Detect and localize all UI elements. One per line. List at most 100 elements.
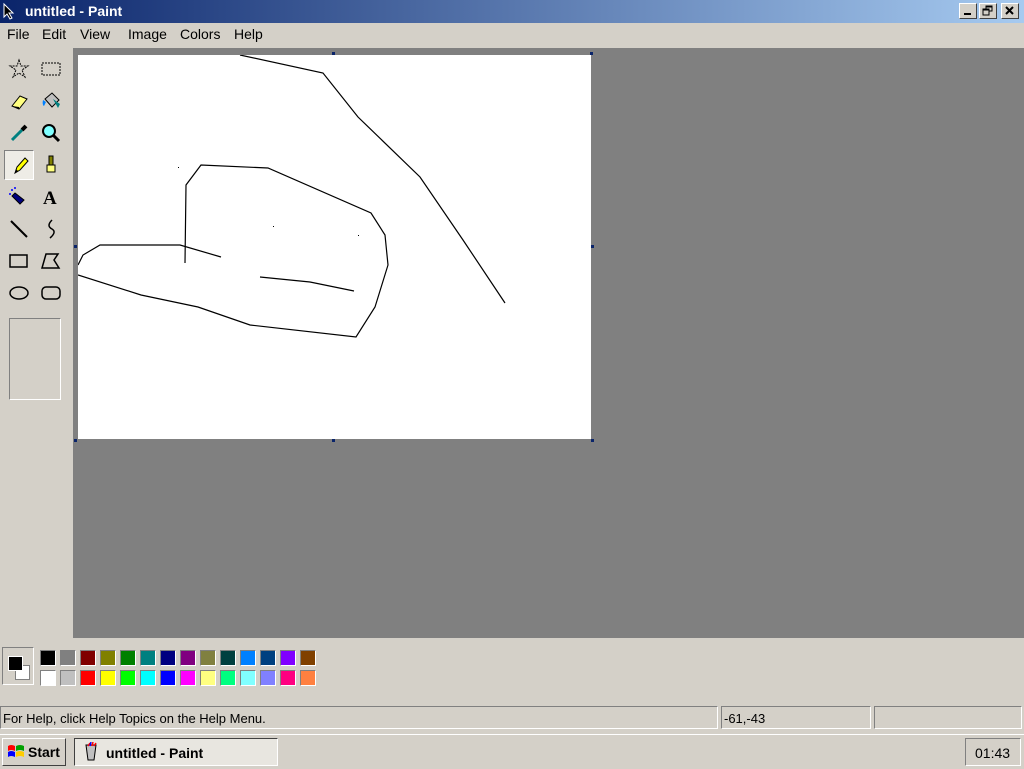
line-icon xyxy=(10,220,28,238)
palette-swatch-top-4[interactable] xyxy=(120,650,136,666)
tool-magnifier[interactable] xyxy=(36,118,66,148)
start-label: Start xyxy=(28,744,60,760)
tool-airbrush[interactable] xyxy=(4,182,34,212)
tool-brush[interactable] xyxy=(36,150,66,180)
palette-swatch-bottom-10[interactable] xyxy=(240,670,256,686)
palette-swatch-bottom-13[interactable] xyxy=(300,670,316,686)
start-button[interactable]: Start xyxy=(2,738,66,766)
tool-polygon[interactable] xyxy=(36,246,66,276)
tool-pencil[interactable] xyxy=(4,150,34,180)
rounded-rectangle-icon xyxy=(41,286,61,300)
menu-view[interactable]: View xyxy=(79,26,111,42)
palette-swatch-top-2[interactable] xyxy=(80,650,96,666)
minimize-icon xyxy=(964,13,971,15)
palette-swatch-bottom-8[interactable] xyxy=(200,670,216,686)
resize-handle-bottom-right[interactable] xyxy=(591,439,594,442)
taskbar: Start untitled - Paint 01:43 xyxy=(0,734,1024,769)
tool-curve[interactable] xyxy=(36,214,66,244)
tool-pick-color[interactable] xyxy=(4,118,34,148)
status-help-text: For Help, click Help Topics on the Help … xyxy=(3,711,266,726)
palette-swatch-bottom-0[interactable] xyxy=(40,670,56,686)
palette-swatch-top-9[interactable] xyxy=(220,650,236,666)
curve-icon xyxy=(48,219,55,239)
palette-swatch-bottom-7[interactable] xyxy=(180,670,196,686)
status-coordinates-pane: -61,-43 xyxy=(721,706,871,729)
color-palette xyxy=(0,640,1024,700)
palette-swatch-top-7[interactable] xyxy=(180,650,196,666)
palette-swatch-bottom-1[interactable] xyxy=(60,670,76,686)
drawing-canvas[interactable] xyxy=(78,55,591,439)
status-help-pane: For Help, click Help Topics on the Help … xyxy=(0,706,718,729)
tool-eraser[interactable] xyxy=(4,86,34,116)
paint-app-icon[interactable] xyxy=(1,2,19,20)
status-bar: For Help, click Help Topics on the Help … xyxy=(0,704,1024,732)
svg-text:A: A xyxy=(43,188,57,208)
palette-swatch-top-12[interactable] xyxy=(280,650,296,666)
tool-rectangle[interactable] xyxy=(4,246,34,276)
palette-swatch-top-5[interactable] xyxy=(140,650,156,666)
tool-rounded-rectangle[interactable] xyxy=(36,278,66,308)
resize-handle-bottom-left xyxy=(74,439,77,442)
close-button[interactable] xyxy=(1001,3,1019,19)
current-colors-box xyxy=(2,647,34,685)
palette-swatch-top-8[interactable] xyxy=(200,650,216,666)
tool-free-form-select[interactable] xyxy=(4,54,34,84)
foreground-color-indicator[interactable] xyxy=(8,656,23,671)
paint-bucket-icon xyxy=(42,92,60,108)
paint-task-icon xyxy=(85,742,97,761)
taskbar-paint-button[interactable]: untitled - Paint xyxy=(74,738,278,766)
palette-swatch-top-11[interactable] xyxy=(260,650,276,666)
rectangle-icon xyxy=(9,254,28,268)
palette-swatch-top-0[interactable] xyxy=(40,650,56,666)
rect-select-icon xyxy=(41,62,61,76)
minimize-button[interactable] xyxy=(959,3,977,19)
palette-swatch-top-3[interactable] xyxy=(100,650,116,666)
menu-file[interactable]: File xyxy=(6,26,31,42)
palette-swatch-top-13[interactable] xyxy=(300,650,316,666)
palette-swatch-bottom-6[interactable] xyxy=(160,670,176,686)
clock[interactable]: 01:43 xyxy=(975,745,1010,761)
tool-options-box[interactable] xyxy=(9,318,61,400)
eraser-icon xyxy=(11,95,28,110)
resize-handle-top-right xyxy=(590,52,593,55)
restore-icon xyxy=(982,5,993,16)
star-select-icon xyxy=(8,58,30,79)
palette-swatch-bottom-9[interactable] xyxy=(220,670,236,686)
palette-swatch-top-1[interactable] xyxy=(60,650,76,666)
polygon-icon xyxy=(41,253,61,269)
menu-colors[interactable]: Colors xyxy=(179,26,221,42)
resize-handle-top xyxy=(332,52,335,55)
eyedropper-icon xyxy=(10,124,28,142)
windows-logo-icon xyxy=(8,745,24,757)
resize-handle-bottom[interactable] xyxy=(332,439,335,442)
system-tray: 01:43 xyxy=(965,738,1021,766)
palette-swatch-bottom-4[interactable] xyxy=(120,670,136,686)
close-icon xyxy=(1005,6,1014,15)
tool-line[interactable] xyxy=(4,214,34,244)
resize-handle-right[interactable] xyxy=(591,245,594,248)
text-icon: A xyxy=(43,188,57,208)
palette-swatch-bottom-12[interactable] xyxy=(280,670,296,686)
palette-swatch-bottom-11[interactable] xyxy=(260,670,276,686)
palette-swatch-top-6[interactable] xyxy=(160,650,176,666)
palette-swatch-bottom-2[interactable] xyxy=(80,670,96,686)
tool-select[interactable] xyxy=(36,54,66,84)
restore-button[interactable] xyxy=(979,3,997,19)
window-title: untitled - Paint xyxy=(25,3,123,19)
tool-text[interactable]: A xyxy=(36,182,66,212)
ellipse-icon xyxy=(9,286,29,300)
tool-fill[interactable] xyxy=(36,86,66,116)
menu-edit[interactable]: Edit xyxy=(41,26,67,42)
tool-ellipse[interactable] xyxy=(4,278,34,308)
airbrush-icon xyxy=(9,187,25,205)
status-size-pane xyxy=(874,706,1022,729)
taskbar-paint-label: untitled - Paint xyxy=(106,745,204,761)
magnifier-icon xyxy=(42,124,61,143)
palette-swatch-bottom-5[interactable] xyxy=(140,670,156,686)
title-bar[interactable]: untitled - Paint xyxy=(0,0,1024,23)
menu-image[interactable]: Image xyxy=(127,26,168,42)
palette-swatch-bottom-3[interactable] xyxy=(100,670,116,686)
menu-help[interactable]: Help xyxy=(233,26,264,42)
palette-swatch-top-10[interactable] xyxy=(240,650,256,666)
menu-bar: File Edit View Image Colors Help xyxy=(0,23,1024,45)
